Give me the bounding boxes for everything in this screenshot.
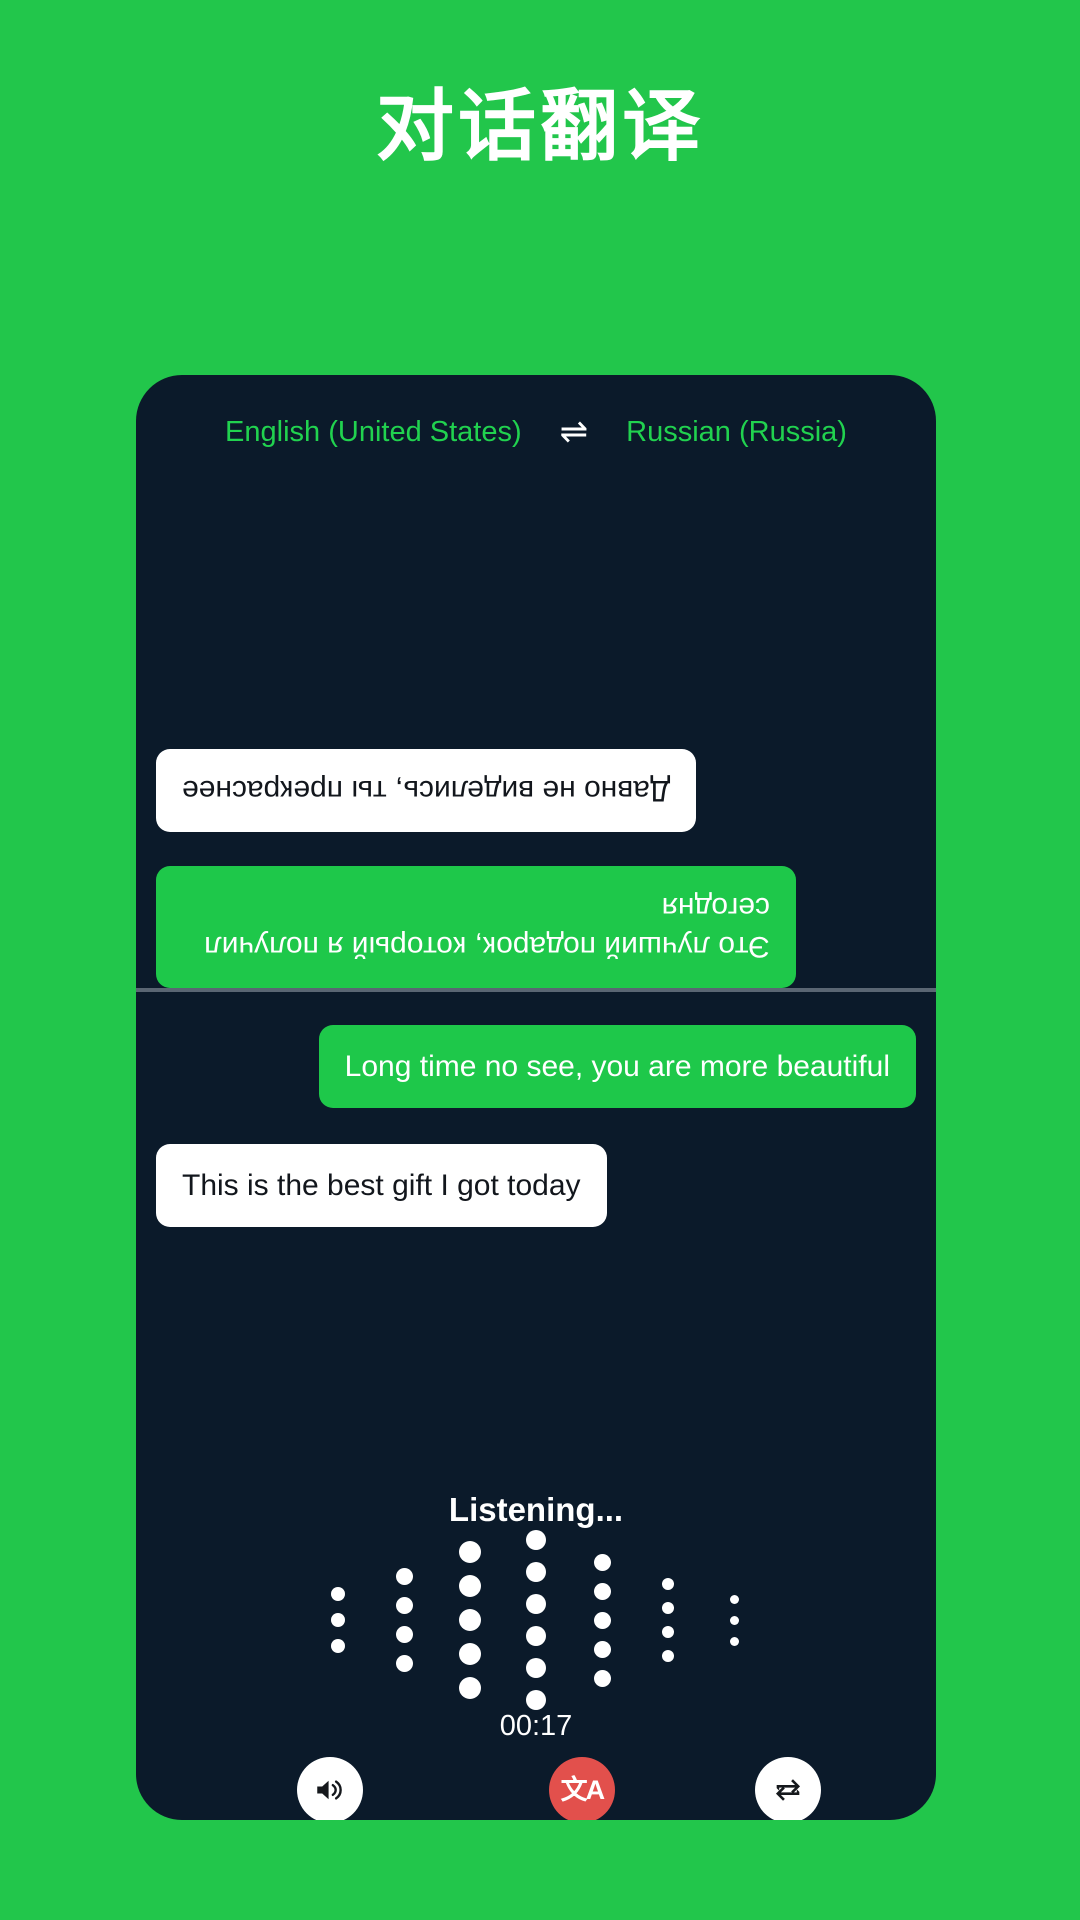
- waveform-dot: [729, 1636, 739, 1646]
- waveform-dot: [593, 1640, 611, 1658]
- waveform-column: [635, 1578, 701, 1662]
- waveform-dot: [395, 1626, 413, 1643]
- conversation-pane-bottom: Long time no see, you are more beautiful…: [136, 991, 936, 1431]
- waveform-dot: [729, 1594, 739, 1604]
- message-row: This is the best gift I got today: [156, 1144, 916, 1227]
- waveform-dot: [331, 1639, 345, 1653]
- message-bubble-russian-green[interactable]: Это лучший подарок, который я получил се…: [156, 866, 796, 988]
- waveform-dot: [526, 1594, 546, 1614]
- toggle-button[interactable]: Toggle: [745, 1757, 830, 1820]
- swap-horizontal-icon[interactable]: ⇌: [558, 415, 591, 449]
- waveform-dot: [526, 1562, 546, 1582]
- waveform-column: [701, 1594, 767, 1646]
- language-bar: English (United States) ⇌ Russian (Russi…: [136, 415, 936, 449]
- conversation-pane-top: Это лучший подарок, который я получил се…: [136, 470, 936, 988]
- waveform-dot: [395, 1655, 413, 1672]
- waveform-dot: [331, 1613, 345, 1627]
- waveform-dot: [395, 1597, 413, 1614]
- translate-icon: 文A: [560, 1774, 605, 1805]
- waveform-dot: [593, 1582, 611, 1600]
- message-bubble-russian-white[interactable]: Давно не виделись, ты прекраснее: [156, 749, 697, 832]
- waveform-column: [371, 1568, 437, 1672]
- message-row: Это лучший подарок, который я получил се…: [156, 866, 916, 988]
- waveform-dot: [593, 1669, 611, 1687]
- waveform-dot: [526, 1658, 546, 1678]
- message-bubble-english-green[interactable]: Long time no see, you are more beautiful: [318, 1025, 916, 1108]
- phone-card: English (United States) ⇌ Russian (Russi…: [136, 375, 936, 1820]
- audio-waveform: [136, 1530, 936, 1710]
- waveform-dot: [459, 1677, 481, 1699]
- repeat-icon: [775, 1779, 801, 1801]
- waveform-column: [305, 1587, 371, 1653]
- waveform-dot: [662, 1626, 674, 1638]
- message-bubble-english-white[interactable]: This is the best gift I got today: [156, 1144, 607, 1227]
- waveform-dot: [662, 1578, 674, 1590]
- waveform-column: [569, 1553, 635, 1687]
- message-row: Давно не виделись, ты прекраснее: [156, 749, 916, 832]
- waveform-dot: [459, 1541, 481, 1563]
- message-row: Long time no see, you are more beautiful: [156, 1025, 916, 1108]
- waveform-dot: [662, 1602, 674, 1614]
- waveform-dot: [526, 1530, 546, 1550]
- waveform-dot: [593, 1553, 611, 1571]
- waveform-dot: [729, 1615, 739, 1625]
- quit-button-circle[interactable]: 文A: [548, 1757, 615, 1820]
- speaker-toggle-button[interactable]: Speaker is on: [241, 1757, 418, 1820]
- toggle-button-circle[interactable]: [755, 1757, 822, 1820]
- speaker-button-circle[interactable]: [296, 1757, 363, 1820]
- listening-status: Listening...: [448, 1491, 624, 1528]
- waveform-column: [437, 1541, 503, 1699]
- waveform-dot: [331, 1587, 345, 1601]
- waveform-dot: [459, 1609, 481, 1631]
- waveform-dot: [459, 1575, 481, 1597]
- speaker-on-icon: [317, 1780, 342, 1800]
- target-language-selector[interactable]: Russian (Russia): [626, 416, 847, 449]
- waveform-dot: [593, 1611, 611, 1629]
- quit-button[interactable]: 文A Quit: [548, 1757, 615, 1820]
- waveform-column: [503, 1530, 569, 1710]
- page-title: 对话翻译: [375, 82, 704, 170]
- waveform-dot: [459, 1643, 481, 1665]
- waveform-dot: [662, 1650, 674, 1662]
- recording-timer: 00:17: [499, 1710, 573, 1742]
- source-language-selector[interactable]: English (United States): [225, 416, 522, 449]
- waveform-dot: [526, 1626, 546, 1646]
- waveform-dot: [526, 1690, 546, 1710]
- waveform-dot: [395, 1568, 413, 1585]
- control-bar: Speaker is on 文A Quit Toggle: [136, 1757, 936, 1820]
- app-root: 对话翻译 English (United States) ⇌ Russian (…: [0, 0, 1080, 1920]
